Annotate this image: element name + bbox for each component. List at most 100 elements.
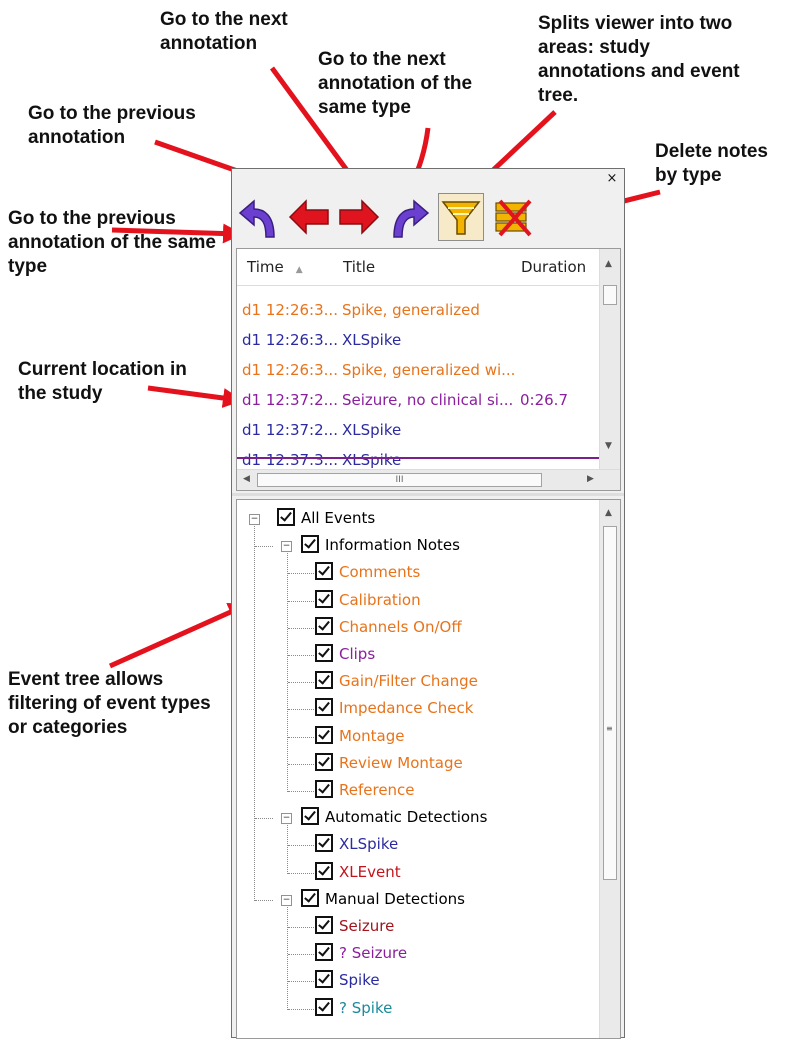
scroll-left-icon[interactable]: ◀ — [243, 474, 250, 484]
checkbox-checked-icon[interactable] — [315, 616, 333, 635]
tree-connector — [288, 573, 314, 575]
tree-item[interactable]: Clips — [315, 642, 375, 666]
row-time: d1 12:26:3... — [242, 361, 338, 379]
toolbar — [236, 193, 616, 243]
curved-arrow-left-icon — [238, 199, 275, 238]
prev-same-type-button[interactable] — [236, 193, 282, 241]
table-row[interactable]: d1 12:26:3... XLSpike — [242, 327, 600, 353]
table-row[interactable]: d1 12:26:3... Spike, generalized — [242, 297, 600, 323]
tree-item[interactable]: Montage — [315, 724, 404, 748]
checkbox-checked-icon[interactable] — [315, 562, 333, 581]
tree-label: Impedance Check — [339, 699, 474, 718]
checkbox-checked-icon[interactable] — [301, 807, 319, 826]
tree-connector — [288, 736, 314, 738]
tree-connector — [254, 526, 255, 901]
delete-notes-icon — [495, 199, 532, 237]
checkbox-checked-icon[interactable] — [315, 752, 333, 771]
current-location-line — [237, 457, 601, 459]
delete-by-type-button[interactable] — [490, 193, 536, 241]
tree-item[interactable]: Seizure — [315, 914, 394, 938]
table-row[interactable]: d1 12:26:3... Spike, generalized wi... — [242, 357, 600, 383]
checkbox-checked-icon[interactable] — [315, 698, 333, 717]
scroll-grip: III — [395, 475, 404, 485]
tree-vertical-scrollbar[interactable]: ▲ ≡ — [599, 500, 620, 1038]
tree-item[interactable]: ? Seizure — [315, 941, 407, 965]
tree-connector — [288, 791, 314, 792]
tree-label: ? Spike — [339, 998, 393, 1017]
list-hscroll-thumb[interactable]: III — [257, 473, 542, 487]
prev-annotation-button[interactable] — [286, 193, 332, 241]
tree-item[interactable]: XLEvent — [315, 860, 401, 884]
table-row[interactable]: d1 12:37:2... XLSpike — [242, 417, 600, 443]
tree-connector — [288, 682, 314, 684]
checkbox-checked-icon[interactable] — [315, 970, 333, 989]
column-duration[interactable]: Duration — [521, 258, 586, 276]
tree-item[interactable]: Reference — [315, 778, 415, 802]
tree-scroll-thumb[interactable] — [603, 526, 617, 880]
checkbox-checked-icon[interactable] — [315, 644, 333, 662]
tree-label: Comments — [339, 563, 421, 582]
tree-connector — [288, 954, 314, 956]
tree-label: Manual Detections — [325, 889, 465, 908]
scroll-right-icon[interactable]: ▶ — [587, 474, 594, 484]
curved-arrow-right-icon — [393, 199, 430, 238]
scroll-up-icon[interactable]: ▲ — [605, 259, 612, 269]
tree-connector — [255, 546, 273, 548]
tree-label: Montage — [339, 726, 405, 745]
next-annotation-button[interactable] — [336, 193, 382, 241]
tree-group[interactable]: Information Notes — [301, 533, 460, 557]
checkbox-checked-icon[interactable] — [315, 671, 333, 690]
close-icon[interactable]: × — [605, 172, 619, 186]
list-vertical-scrollbar[interactable]: ▲ ▼ — [599, 249, 620, 471]
column-time[interactable]: Time ▲ — [247, 258, 303, 276]
scroll-down-icon[interactable]: ▼ — [605, 441, 612, 451]
tree-group[interactable]: Manual Detections — [301, 887, 465, 911]
checkbox-checked-icon[interactable] — [315, 861, 333, 880]
table-row[interactable]: d1 12:37:2... Seizure, no clinical si... 0… — [242, 387, 600, 413]
tree-item[interactable]: Impedance Check — [315, 696, 473, 720]
collapse-icon[interactable]: − — [281, 894, 292, 906]
collapse-icon[interactable]: − — [281, 813, 292, 825]
checkbox-checked-icon[interactable] — [301, 888, 319, 907]
column-title[interactable]: Title — [343, 258, 375, 276]
next-same-type-button[interactable] — [386, 193, 432, 241]
checkbox-checked-icon[interactable] — [315, 916, 333, 934]
tree-connector — [287, 906, 288, 1010]
tree-label: Gain/Filter Change — [339, 672, 478, 691]
tree-item[interactable]: ? Spike — [315, 996, 392, 1020]
tree-item[interactable]: Review Montage — [315, 751, 463, 775]
tree-item[interactable]: Calibration — [315, 588, 421, 612]
collapse-icon[interactable]: − — [249, 514, 260, 525]
funnel-icon — [441, 201, 481, 235]
tree-connector — [287, 553, 288, 792]
tree-connector — [288, 845, 314, 847]
collapse-icon[interactable]: − — [281, 541, 292, 553]
tree-label: ? Seizure — [339, 944, 408, 963]
checkbox-checked-icon[interactable] — [315, 780, 333, 798]
list-header: Time ▲ Title Duration — [237, 249, 601, 286]
tree-group[interactable]: Automatic Detections — [301, 805, 487, 829]
tree-item[interactable]: XLSpike — [315, 832, 398, 856]
tree-label: Automatic Detections — [325, 808, 488, 827]
split-viewer-button[interactable] — [438, 193, 484, 241]
checkbox-checked-icon[interactable] — [315, 997, 333, 1016]
list-scroll-thumb[interactable] — [603, 285, 617, 305]
tree-label: XLEvent — [339, 862, 401, 881]
tree-item[interactable]: Gain/Filter Change — [315, 669, 478, 693]
checkbox-checked-icon[interactable] — [315, 725, 333, 744]
checkbox-checked-icon[interactable] — [315, 589, 333, 608]
tree-item[interactable]: Comments — [315, 560, 420, 584]
checkbox-checked-icon[interactable] — [277, 508, 295, 526]
checkbox-checked-icon[interactable] — [315, 834, 333, 853]
tree-item[interactable]: Channels On/Off — [315, 615, 462, 639]
splitter-bar[interactable] — [232, 493, 624, 496]
list-horizontal-scrollbar[interactable]: ◀ III ▶ — [237, 469, 620, 490]
scroll-up-icon[interactable]: ▲ — [605, 508, 612, 518]
checkbox-checked-icon[interactable] — [301, 535, 319, 554]
arrow-event-tree — [108, 603, 249, 669]
tree-item[interactable]: Spike — [315, 968, 380, 992]
tree-root-all-events[interactable]: All Events — [277, 506, 375, 530]
checkbox-checked-icon[interactable] — [315, 943, 333, 962]
row-time: d1 12:37:2... — [242, 421, 338, 439]
tree-label: Information Notes — [325, 536, 460, 555]
